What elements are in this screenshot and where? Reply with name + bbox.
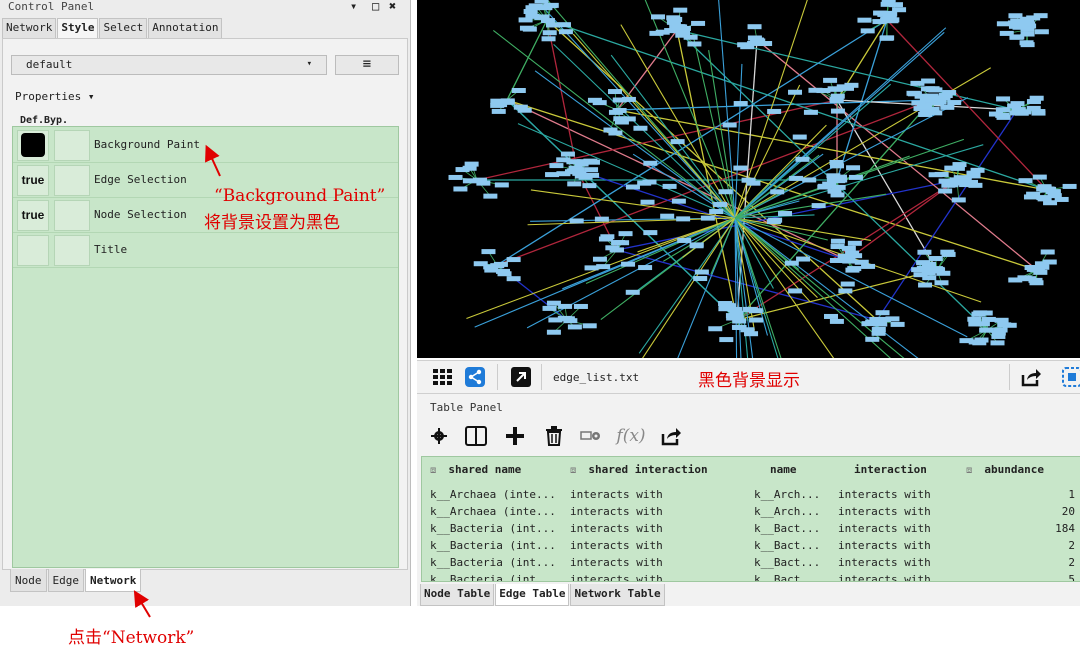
tab-network-style[interactable]: Network xyxy=(85,569,141,592)
tab-annotation[interactable]: Annotation xyxy=(148,18,222,38)
bypass-cell[interactable] xyxy=(54,130,90,161)
columns-icon[interactable] xyxy=(463,424,489,448)
grid-view-icon[interactable] xyxy=(433,367,453,387)
table-toolbar: f(x) xyxy=(425,424,725,448)
trash-icon[interactable] xyxy=(543,424,565,448)
network-nodes xyxy=(449,0,1077,345)
share-network-icon[interactable] xyxy=(465,367,485,387)
tab-node-table[interactable]: Node Table xyxy=(420,584,494,606)
float-window-icon[interactable]: □ xyxy=(372,0,379,13)
property-row-title: Title xyxy=(13,232,398,268)
properties-dropdown[interactable]: Properties ▾ xyxy=(15,90,94,103)
column-type-icon: ⧈ xyxy=(430,465,436,476)
column-header-shared-name[interactable]: ⧈shared name xyxy=(430,463,521,476)
property-name: Edge Selection xyxy=(94,173,187,186)
bypass-cell[interactable] xyxy=(54,235,90,266)
tab-style[interactable]: Style xyxy=(57,18,98,38)
property-name: Title xyxy=(94,243,127,256)
table-row[interactable]: k__Bacteria (int...interacts withk__Bact… xyxy=(422,539,1080,556)
table-panel-title: Table Panel xyxy=(430,401,503,414)
property-row-background-paint: Background Paint xyxy=(13,127,398,163)
property-name: Background Paint xyxy=(94,138,200,151)
table-row[interactable]: k__Bacteria (int...interacts withk__Bact… xyxy=(422,556,1080,573)
export-icon[interactable] xyxy=(1021,367,1041,387)
table-panel: Table Panel f(x) ⧈shared name ⧈shared in… xyxy=(417,394,1080,606)
style-select-value: default xyxy=(26,58,72,71)
default-value-cell[interactable]: true xyxy=(17,200,49,231)
default-value-cell[interactable] xyxy=(17,235,49,266)
plus-icon[interactable] xyxy=(503,424,527,448)
style-select[interactable]: default ▾ xyxy=(11,55,327,75)
table-bottom-tabs: Node Table Edge Table Network Table xyxy=(420,584,666,606)
annotation-black-background: 黑色背景显示 xyxy=(698,366,800,391)
export-table-icon[interactable] xyxy=(659,424,683,448)
close-icon[interactable]: ✖ xyxy=(389,0,396,13)
dropdown-arrow-icon: ▾ xyxy=(307,59,312,69)
gear-icon[interactable] xyxy=(429,424,449,448)
tab-network[interactable]: Network xyxy=(2,18,56,38)
tab-edge-style[interactable]: Edge xyxy=(48,569,85,592)
function-icon[interactable]: f(x) xyxy=(611,424,651,448)
annotation-background-paint-desc: 将背景设置为黑色 xyxy=(204,208,340,233)
property-name: Node Selection xyxy=(94,208,187,221)
collapse-icon[interactable]: ▾ xyxy=(350,0,357,13)
link-icon[interactable] xyxy=(579,424,603,448)
column-def-header: Def. xyxy=(20,115,44,126)
control-panel-titlebar: Control Panel ▾ □ ✖ xyxy=(0,0,410,15)
tab-edge-table[interactable]: Edge Table xyxy=(495,584,569,606)
table-row[interactable]: k__Archaea (inte...interacts withk__Arch… xyxy=(422,488,1080,505)
tab-network-table[interactable]: Network Table xyxy=(570,584,664,606)
column-type-icon: ⧈ xyxy=(570,465,576,476)
network-graph[interactable] xyxy=(417,0,1080,358)
bypass-cell[interactable] xyxy=(54,200,90,231)
annotation-background-paint-title: “Background Paint” xyxy=(214,186,385,206)
annotation-click-network: 点击“Network” xyxy=(68,623,194,648)
open-network-icon[interactable] xyxy=(511,367,531,387)
black-color-swatch xyxy=(21,133,45,157)
table-row[interactable]: k__Bacteria (int...interacts withk__Bact… xyxy=(422,522,1080,539)
table-row[interactable]: k__Archaea (inte...interacts withk__Arch… xyxy=(422,505,1080,522)
column-byp-header: Byp. xyxy=(44,115,68,126)
control-panel-title: Control Panel xyxy=(8,0,94,13)
network-canvas[interactable] xyxy=(417,0,1080,358)
style-panel: default ▾ ≡ Properties ▾ Def. Byp. Backg… xyxy=(2,38,408,570)
control-panel-tabs: Network Style Select Annotation xyxy=(2,18,223,38)
column-header-abundance[interactable]: ⧈abundance xyxy=(966,463,1044,476)
table-row[interactable]: k__Bacteria (int...interacts withk__Bact… xyxy=(422,573,1080,582)
style-options-button[interactable]: ≡ xyxy=(335,55,399,75)
style-bottom-tabs: Node Edge Network xyxy=(10,569,142,592)
bypass-cell[interactable] xyxy=(54,165,90,196)
column-type-icon: ⧈ xyxy=(966,465,972,476)
column-header-shared-interaction[interactable]: ⧈shared interaction xyxy=(570,463,708,476)
edge-table: ⧈shared name ⧈shared interaction name in… xyxy=(421,456,1080,582)
fit-selected-icon[interactable] xyxy=(1062,367,1080,387)
tab-node-style[interactable]: Node xyxy=(10,569,47,592)
network-file-name: edge_list.txt xyxy=(553,371,639,384)
control-panel: Control Panel ▾ □ ✖ Network Style Select… xyxy=(0,0,411,606)
tab-select[interactable]: Select xyxy=(99,18,147,38)
default-value-cell[interactable]: true xyxy=(17,165,49,196)
column-header-interaction[interactable]: interaction xyxy=(854,463,927,476)
default-value-cell[interactable] xyxy=(17,130,49,161)
column-header-name[interactable]: name xyxy=(770,463,797,476)
